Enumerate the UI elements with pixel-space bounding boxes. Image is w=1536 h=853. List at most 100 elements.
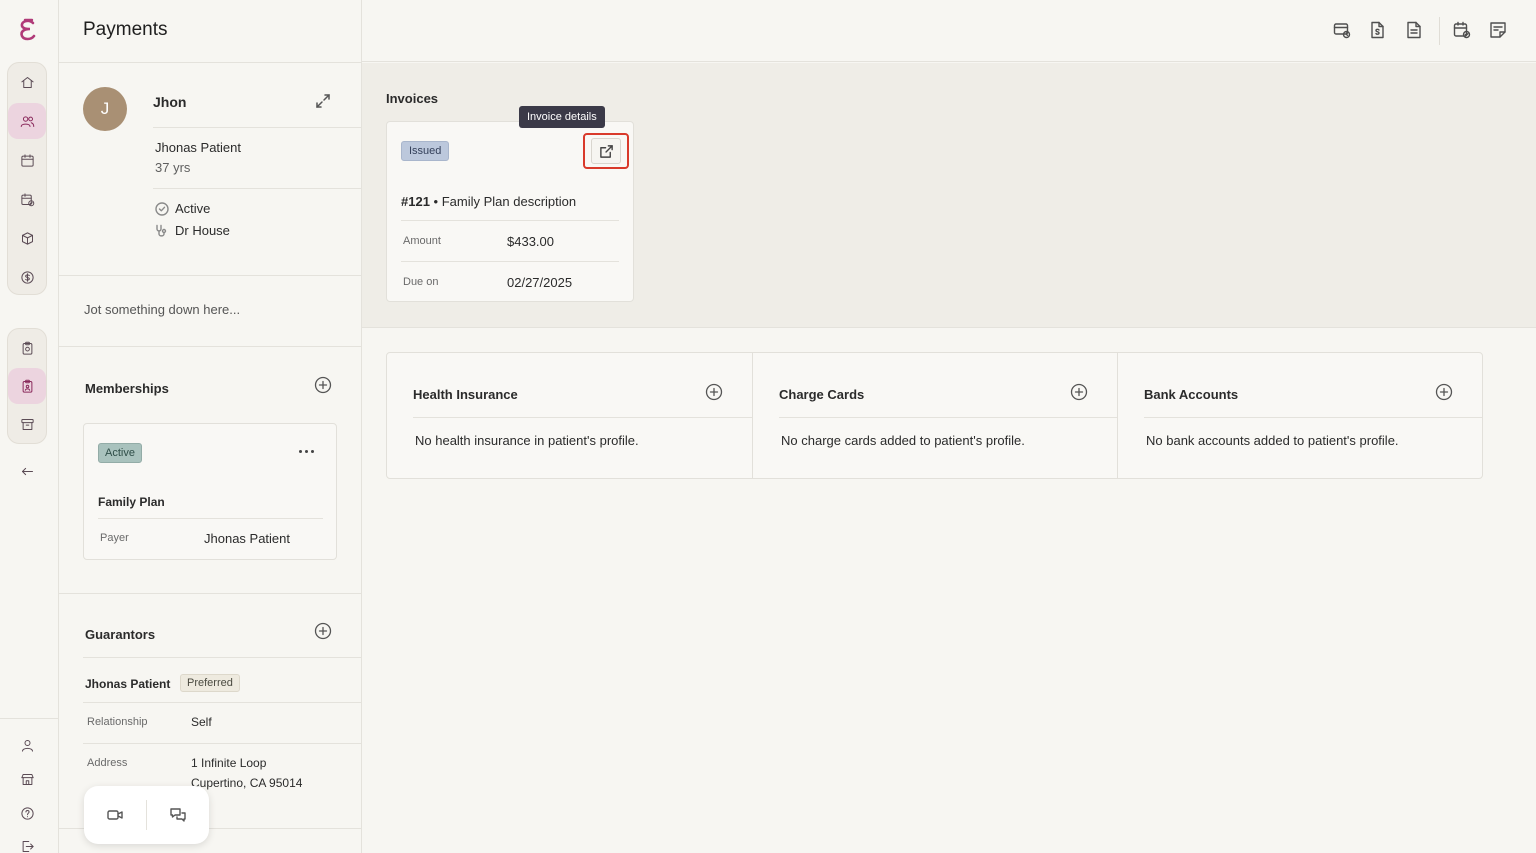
payment-methods-row: Health Insurance No health insurance in … (386, 352, 1483, 479)
nav-clinic[interactable] (9, 763, 45, 795)
divider (146, 800, 147, 830)
toolbar-notes-button[interactable] (1489, 21, 1507, 39)
patient-panel: Payments J Jhon Jhonas Patient 37 yrs Ac… (59, 0, 362, 853)
nav-help[interactable] (9, 797, 45, 829)
toolbar-payment-history-button[interactable] (1333, 21, 1351, 39)
divider (83, 743, 362, 744)
invoice-description-text: Family Plan description (441, 194, 577, 209)
stethoscope-icon (155, 224, 169, 238)
nav-patient-payments[interactable] (8, 368, 46, 404)
divider (59, 593, 362, 594)
add-charge-card-button[interactable] (1070, 383, 1088, 401)
more-options-icon[interactable] (299, 450, 314, 453)
top-toolbar (362, 0, 1536, 62)
clipboard-icon (22, 341, 32, 355)
page-title: Payments (83, 19, 168, 40)
nav-logout[interactable] (9, 830, 45, 853)
expand-icon (316, 94, 330, 108)
address-line1: 1 Infinite Loop (191, 756, 267, 770)
patient-status: Active (175, 201, 211, 216)
relationship-value: Self (191, 715, 212, 729)
nav-profile[interactable] (9, 729, 45, 761)
nav-clipboard[interactable] (8, 330, 46, 366)
patient-first-name: Jhon (153, 94, 187, 110)
store-icon (20, 773, 34, 785)
users-icon (20, 115, 34, 127)
amount-label: Amount (403, 235, 441, 247)
rail-divider (0, 718, 58, 719)
archive-icon (20, 418, 34, 430)
invoice-description: #121 • Family Plan description (401, 194, 576, 209)
health-insurance-empty: No health insurance in patient's profile… (415, 433, 639, 448)
divider (83, 657, 362, 658)
divider (59, 275, 362, 276)
nav-calendar[interactable] (8, 142, 46, 178)
health-insurance-title: Health Insurance (413, 387, 518, 402)
brand-logo-icon[interactable] (17, 18, 39, 42)
nav-inventory[interactable] (8, 220, 46, 256)
nav-archive[interactable] (8, 406, 46, 442)
home-icon (20, 76, 34, 88)
nav-group-primary (7, 62, 47, 295)
communication-toolbar (84, 786, 209, 844)
guarantors-title: Guarantors (85, 627, 156, 642)
nav-rail (0, 0, 59, 853)
chat-icon (170, 808, 186, 822)
nav-appointments[interactable] (8, 181, 46, 217)
invoices-title: Invoices (386, 91, 439, 106)
toolbar-schedule-button[interactable] (1453, 21, 1471, 39)
payer-label: Payer (100, 532, 129, 544)
bank-accounts-card: Bank Accounts No bank accounts added to … (1118, 353, 1482, 478)
divider (153, 127, 362, 128)
clipboard-user-icon (22, 379, 32, 393)
address-line2: Cupertino, CA 95014 (191, 776, 303, 790)
arrow-left-icon (21, 467, 33, 475)
charge-cards-card: Charge Cards No charge cards added to pa… (753, 353, 1118, 478)
toolbar-add-charge-button[interactable] (1369, 21, 1387, 39)
plus-circle-icon (314, 622, 332, 640)
divider (401, 220, 619, 221)
plus-circle-icon (1435, 383, 1453, 401)
health-insurance-card: Health Insurance No health insurance in … (387, 353, 752, 478)
nav-home[interactable] (8, 64, 46, 100)
file-dollar-icon (1371, 21, 1384, 39)
nav-patients[interactable] (8, 103, 46, 139)
help-icon (20, 806, 34, 820)
payer-value: Jhonas Patient (204, 531, 291, 546)
divider (1144, 417, 1482, 418)
status-badge: Active (98, 443, 142, 463)
patient-age: 37 yrs (155, 160, 191, 175)
invoice-card[interactable]: Issued #121 • Family Plan description Am… (386, 121, 634, 302)
calendar-check-icon (20, 192, 34, 206)
notes-input[interactable]: Jot something down here... (84, 302, 240, 317)
tooltip: Invoice details (519, 106, 605, 128)
charge-cards-title: Charge Cards (779, 387, 865, 402)
due-value: 02/27/2025 (507, 275, 573, 290)
divider (83, 702, 362, 703)
relationship-label: Relationship (87, 716, 148, 728)
expand-button[interactable] (314, 92, 332, 110)
document-icon (1407, 21, 1421, 39)
guarantor-name: Jhonas Patient (85, 677, 171, 691)
avatar: J (83, 87, 127, 131)
chat-button[interactable] (169, 806, 187, 824)
card-clock-icon (1333, 23, 1351, 39)
collapse-button[interactable] (9, 455, 45, 487)
video-icon (107, 810, 123, 820)
invoice-details-button[interactable] (583, 133, 629, 169)
add-bank-account-button[interactable] (1435, 383, 1453, 401)
divider (779, 417, 1118, 418)
nav-billing[interactable] (8, 259, 46, 295)
bank-accounts-empty: No bank accounts added to patient's prof… (1146, 433, 1399, 448)
add-guarantor-button[interactable] (314, 622, 332, 640)
external-link-icon (599, 144, 613, 158)
invoice-status-badge: Issued (401, 141, 450, 161)
logout-icon (22, 840, 34, 852)
divider (413, 417, 752, 418)
add-health-insurance-button[interactable] (705, 383, 723, 401)
nav-group-secondary (7, 328, 47, 444)
toolbar-documents-button[interactable] (1405, 21, 1423, 39)
add-membership-button[interactable] (314, 376, 332, 394)
video-call-button[interactable] (106, 806, 124, 824)
box-icon (21, 231, 33, 245)
